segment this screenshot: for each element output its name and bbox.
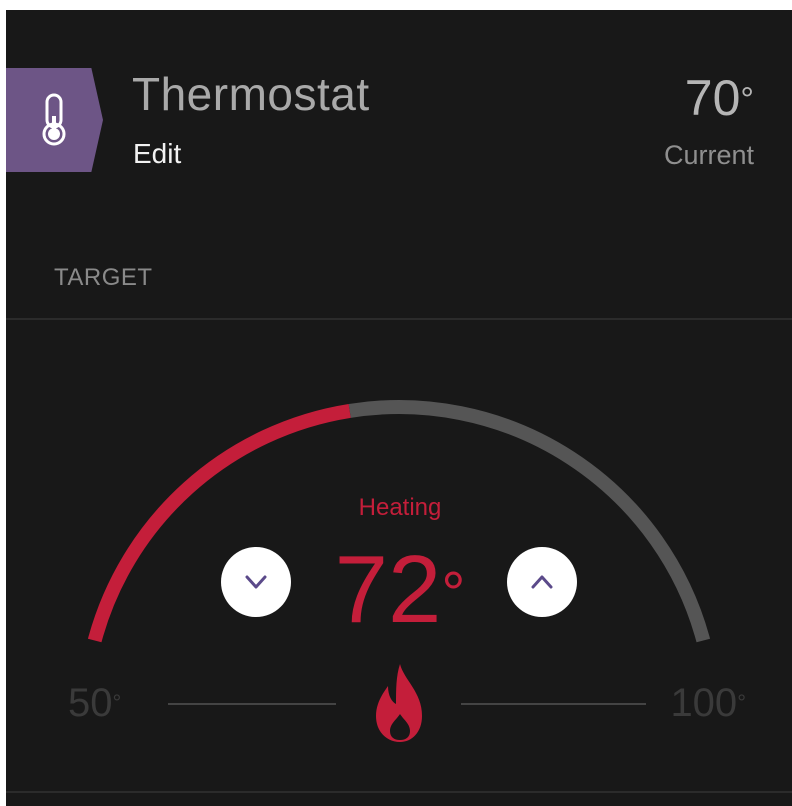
target-degree-symbol: ° xyxy=(441,560,466,627)
target-temperature: 72° xyxy=(335,540,466,640)
increase-temperature-button[interactable] xyxy=(507,547,577,617)
mode-label: Heating xyxy=(358,494,442,521)
gauge-max-label: 100° xyxy=(670,680,746,726)
flame-icon xyxy=(376,664,422,742)
gauge-fill xyxy=(87,403,351,643)
decrease-temperature-button[interactable] xyxy=(221,547,291,617)
chevron-up-icon xyxy=(531,575,553,589)
gauge-max-value: 100 xyxy=(670,681,738,725)
gauge-min-label: 50° xyxy=(68,680,121,726)
thermostat-card: Thermostat Edit 70° Current TARGET Heati… xyxy=(6,10,792,806)
gauge-min-degree: ° xyxy=(112,690,122,715)
gauge-max-degree: ° xyxy=(737,690,746,715)
bottom-divider xyxy=(6,791,792,793)
chevron-down-icon xyxy=(245,575,267,589)
target-temperature-value: 72 xyxy=(334,536,442,643)
gauge-min-value: 50 xyxy=(68,681,113,725)
